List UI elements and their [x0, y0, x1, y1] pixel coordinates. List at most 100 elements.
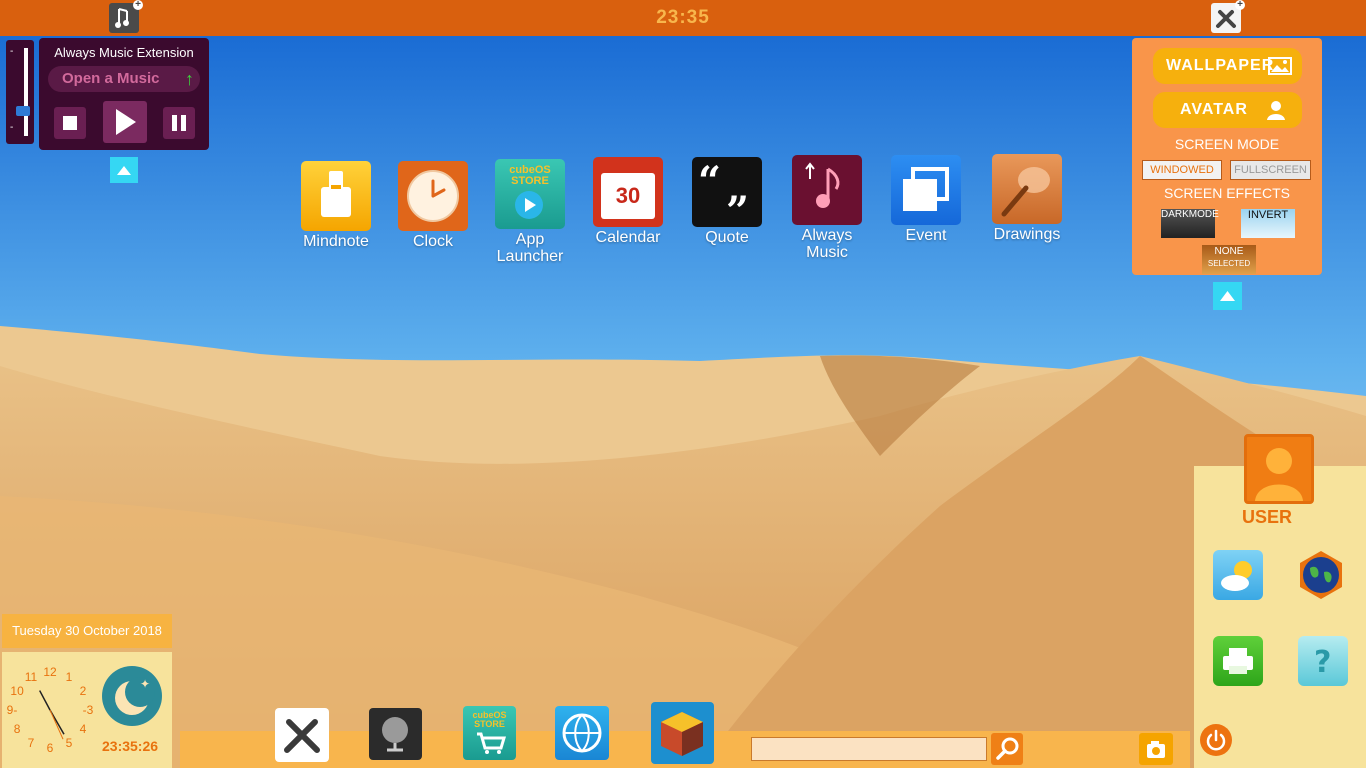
play-button[interactable]: [103, 101, 147, 143]
app-always-music[interactable]: Always Music: [787, 155, 867, 261]
help-icon: ?: [1314, 645, 1331, 680]
app-label: Drawings: [993, 226, 1061, 243]
clock-numeral: 9-: [7, 703, 18, 717]
digital-time: 23:35:26: [102, 738, 159, 754]
stop-icon: [63, 116, 77, 130]
screen-mode-heading: SCREEN MODE: [1174, 136, 1280, 152]
app-label: Event: [905, 227, 947, 244]
volume-track: [24, 48, 28, 136]
volume-max-mark: -: [10, 46, 14, 57]
printer-button[interactable]: [1213, 636, 1263, 686]
image-icon: [1268, 57, 1292, 75]
app-label: App Launcher: [496, 231, 564, 265]
app-quote[interactable]: “” Quote: [687, 157, 767, 246]
music-widget-title: Always Music Extension: [54, 45, 194, 60]
app-mindnote[interactable]: Mindnote: [296, 161, 376, 250]
event-icon: [891, 155, 961, 225]
clock-numeral: 2: [80, 684, 87, 698]
collapse-music-button[interactable]: [110, 157, 138, 183]
top-clock: 23:35: [656, 7, 710, 28]
app-event[interactable]: Event: [886, 155, 966, 244]
user-avatar[interactable]: [1244, 434, 1314, 504]
svg-text:?: ?: [1314, 645, 1331, 680]
app-label: Calendar: [595, 229, 661, 246]
store-icon: cubeOS STORE: [495, 159, 565, 229]
darkmode-label: DARKMODE: [1161, 209, 1219, 220]
fullscreen-button[interactable]: FULLSCREEN: [1230, 160, 1311, 180]
user-name: USER: [1241, 507, 1292, 527]
calendar-day: 30: [601, 173, 655, 219]
cart-icon: [477, 732, 507, 754]
open-music-button[interactable]: Open a Music ↑: [48, 66, 200, 92]
avatar-label: AVATAR: [1180, 101, 1248, 118]
svg-text:”: ”: [726, 188, 749, 227]
weather-button[interactable]: [1213, 550, 1263, 600]
taskbar-browser-button[interactable]: [369, 708, 422, 760]
brush-icon: [992, 154, 1062, 224]
music-note-icon: [792, 155, 862, 225]
clock-numeral: 7: [28, 736, 35, 750]
avatar-button[interactable]: AVATAR: [1153, 92, 1302, 128]
app-label: Clock: [412, 233, 453, 250]
search-button[interactable]: [991, 733, 1023, 765]
volume-slider[interactable]: - -: [6, 40, 34, 144]
clock-numeral: 10: [10, 684, 24, 698]
tools-extension-button[interactable]: +: [1211, 0, 1245, 33]
calendar-icon: 30: [593, 157, 663, 227]
play-icon: [116, 109, 136, 135]
user-icon: [1267, 101, 1285, 120]
search-input[interactable]: [751, 737, 987, 761]
taskbar-cube-button[interactable]: [651, 702, 714, 764]
pause-button[interactable]: [163, 107, 195, 139]
power-icon: [1206, 729, 1226, 751]
printer-icon: [1223, 648, 1253, 674]
help-button[interactable]: ?: [1298, 636, 1348, 686]
volume-knob[interactable]: [16, 106, 30, 116]
clock-icon: [398, 161, 468, 231]
invert-effect-button[interactable]: INVERT: [1241, 209, 1295, 238]
pause-icon: [172, 115, 186, 131]
quote-icon: “”: [692, 157, 762, 227]
mindnote-icon: [301, 161, 371, 231]
selected-label: SELECTED: [1207, 259, 1251, 268]
clock-numeral: 12: [43, 665, 57, 679]
taskbar-store-button[interactable]: cubeOS STORE: [463, 706, 516, 760]
app-label: Always Music: [801, 227, 853, 261]
clock-numeral: 8: [14, 722, 21, 736]
clock-numeral: 5: [66, 736, 73, 750]
world-icon: [562, 713, 602, 753]
weather-icon: [1221, 561, 1252, 591]
clock-numeral: -3: [83, 703, 94, 717]
clock-numeral: 11: [25, 670, 38, 684]
screen-effects-heading: SCREEN EFFECTS: [1163, 185, 1290, 201]
user-icon: [1255, 448, 1303, 501]
triangle-up-icon: [117, 166, 131, 175]
app-launcher[interactable]: cubeOS STORE App Launcher: [490, 159, 570, 265]
app-clock[interactable]: Clock: [393, 161, 473, 250]
clock-numeral: 4: [80, 722, 87, 736]
invert-label: INVERT: [1247, 209, 1289, 221]
none-effect-button[interactable]: NONE SELECTED: [1202, 245, 1256, 274]
settings-panel: WALLPAPER AVATAR SCREEN MODE WINDOWED FU…: [1132, 38, 1322, 275]
search-icon: [996, 737, 1019, 760]
taskbar-web-button[interactable]: [555, 706, 609, 760]
night-mode-moon-icon: ✦: [102, 666, 162, 726]
screenshot-button[interactable]: [1139, 733, 1173, 765]
app-label: Quote: [705, 229, 749, 246]
power-button[interactable]: [1200, 724, 1232, 756]
music-widget: Always Music Extension Open a Music ↑: [39, 38, 209, 150]
app-calendar[interactable]: 30 Calendar: [588, 157, 668, 246]
app-drawings[interactable]: Drawings: [987, 154, 1067, 243]
stop-button[interactable]: [54, 107, 86, 139]
globe-button[interactable]: [1296, 550, 1346, 600]
clock-numeral: 6: [47, 741, 54, 755]
wallpaper-label: WALLPAPER: [1166, 57, 1275, 74]
darkmode-effect-button[interactable]: DARKMODE: [1161, 209, 1219, 238]
windowed-button[interactable]: WINDOWED: [1142, 160, 1222, 180]
collapse-settings-button[interactable]: [1213, 282, 1242, 310]
clock-numeral: 1: [66, 670, 73, 684]
analog-clock: 12 12 -3 45678 9- 1011: [7, 665, 94, 755]
wallpaper-button[interactable]: WALLPAPER: [1153, 48, 1302, 84]
taskbar-tools-button[interactable]: [275, 708, 329, 762]
tools-icon: [284, 719, 320, 753]
